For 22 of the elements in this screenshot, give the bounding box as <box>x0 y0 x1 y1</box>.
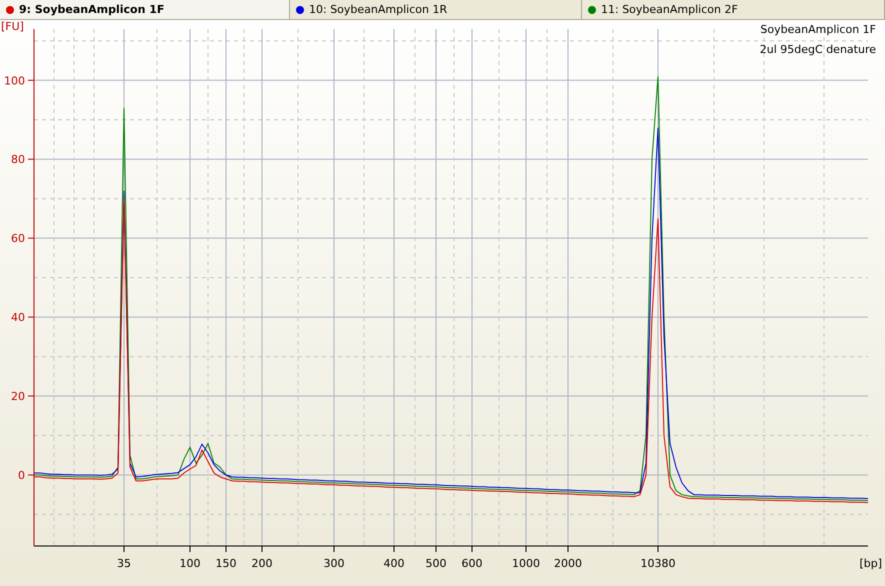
tick-label: 400 <box>384 557 404 570</box>
chart-note: SoybeanAmplicon 1F <box>760 23 876 36</box>
tick-label: 200 <box>252 557 272 570</box>
tick-label: 100 <box>4 74 25 88</box>
sample-tab[interactable]: 9: SoybeanAmplicon 1F <box>0 0 290 19</box>
tick-label: 1000 <box>512 557 540 570</box>
tick-label: 500 <box>426 557 446 570</box>
tick-label: 2000 <box>554 557 582 570</box>
tick-label: 600 <box>462 557 482 570</box>
tick-label: 40 <box>11 311 25 324</box>
tick-label: 100 <box>180 557 200 570</box>
tick-label: 80 <box>11 153 25 166</box>
tick-label: 0 <box>18 468 25 482</box>
tick-label: 60 <box>11 232 25 246</box>
axis-label: [bp] <box>859 557 882 570</box>
chart-note: 2ul 95degC denature <box>760 43 876 56</box>
tick-label: 10380 <box>640 557 676 570</box>
tick-label: 150 <box>216 557 236 570</box>
tick-label: 35 <box>117 557 131 570</box>
tick-label: 20 <box>11 390 25 404</box>
tick-label: 300 <box>324 557 344 570</box>
axis-label: [FU] <box>1 20 24 33</box>
